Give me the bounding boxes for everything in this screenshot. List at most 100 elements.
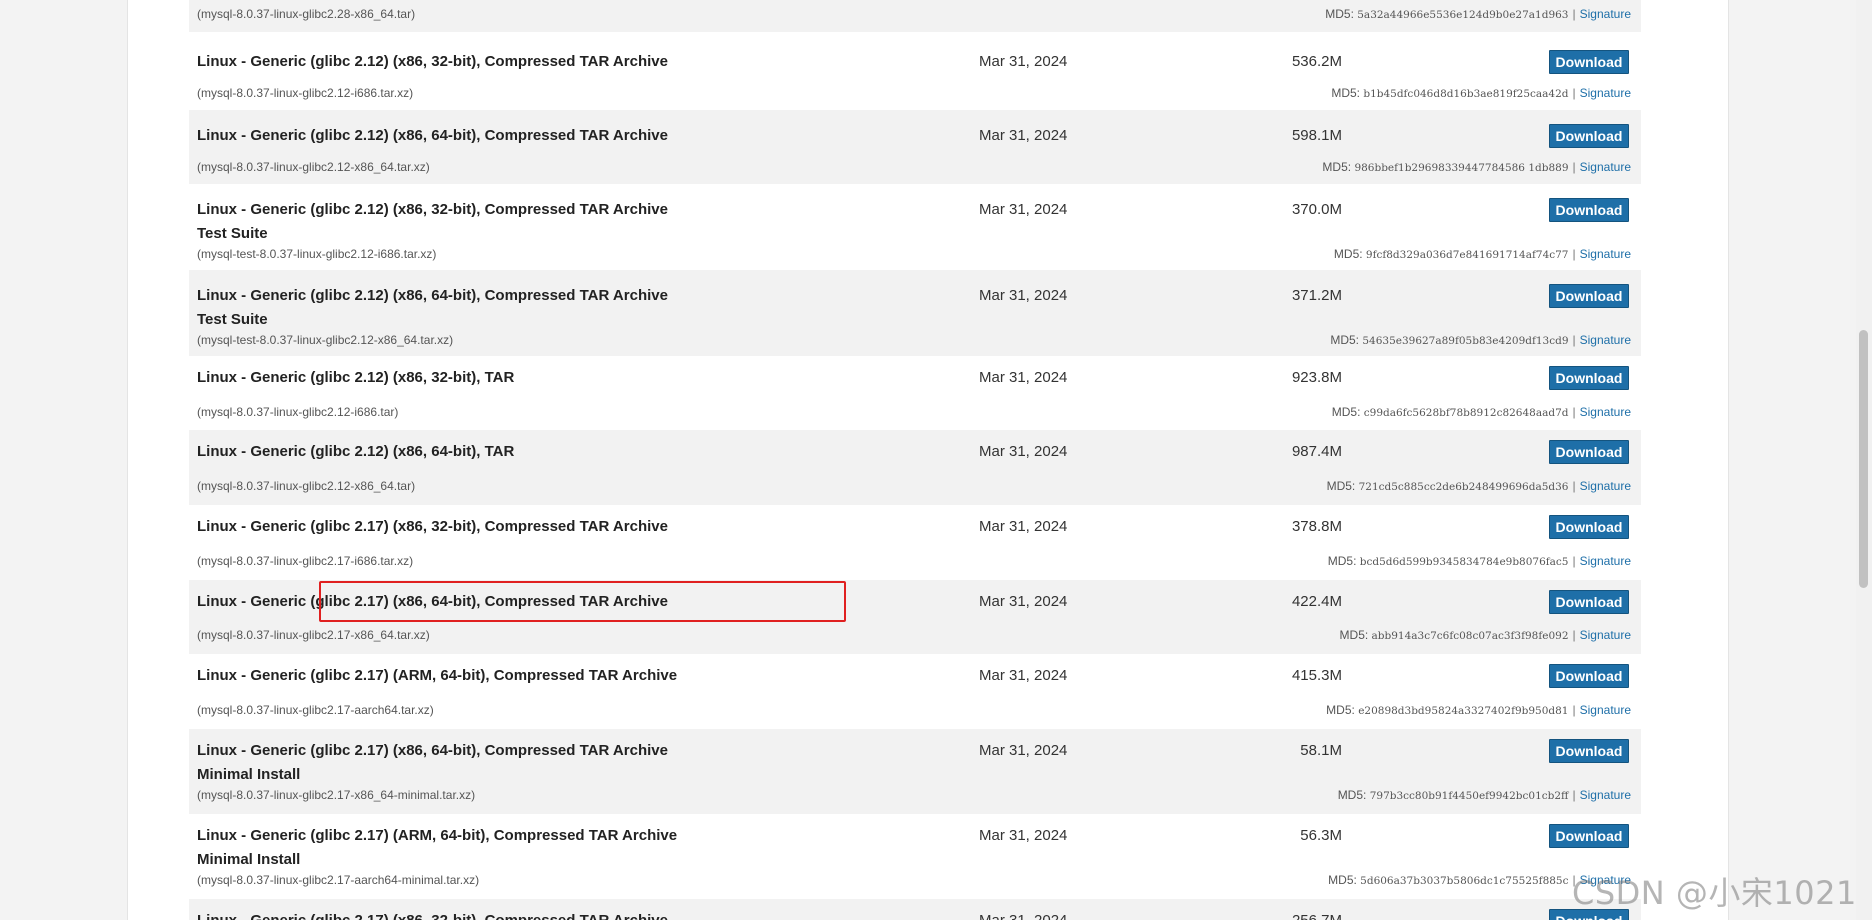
table-row: (mysql-8.0.37-linux-glibc2.28-x86_64.tar…: [189, 0, 1641, 32]
separator: |: [1572, 554, 1576, 568]
table-row: Linux - Generic (glibc 2.12) (x86, 64-bi…: [189, 110, 1641, 184]
release-date: Mar 31, 2024: [979, 593, 1068, 610]
signature-link[interactable]: Signature: [1580, 333, 1631, 347]
file-name: (mysql-8.0.37-linux-glibc2.12-i686.tar): [197, 405, 399, 419]
checksum-info: MD5: 9fcf8d329a036d7e841691714af74c77 | Si…: [1334, 245, 1631, 264]
package-name: Linux - Generic (glibc 2.17) (x86, 32-bi…: [197, 518, 668, 535]
signature-link[interactable]: Signature: [1580, 7, 1631, 21]
release-date: Mar 31, 2024: [979, 667, 1068, 684]
package-name: Linux - Generic (glibc 2.17) (ARM, 64-bi…: [197, 667, 678, 684]
md5-hash: 5d606a37b3037b5806dc1c75525f885c: [1360, 875, 1569, 887]
checksum-info: MD5: b1b45dfc046d8d16b3ae819f25caa42d | Si…: [1331, 84, 1631, 103]
signature-link[interactable]: Signature: [1580, 703, 1631, 717]
file-name: (mysql-test-8.0.37-linux-glibc2.12-i686.…: [197, 247, 437, 261]
separator: |: [1572, 7, 1576, 21]
md5-label: MD5:: [1325, 7, 1354, 21]
checksum-info: MD5: 54635e39627a89f05b83e4209df13cd9 | Si…: [1330, 331, 1631, 350]
signature-link[interactable]: Signature: [1580, 86, 1631, 100]
file-name: (mysql-8.0.37-linux-glibc2.12-i686.tar.x…: [197, 86, 414, 100]
table-row: Linux - Generic (glibc 2.12) (x86, 32-bi…: [189, 36, 1641, 110]
vertical-scrollbar[interactable]: [1856, 0, 1872, 920]
table-row: Linux - Generic (glibc 2.12) (x86, 32-bi…: [189, 184, 1641, 270]
table-row: Linux - Generic (glibc 2.17) (x86, 64-bi…: [189, 580, 1641, 654]
md5-label: MD5:: [1337, 788, 1367, 802]
download-button[interactable]: Download: [1549, 739, 1629, 763]
release-date: Mar 31, 2024: [979, 909, 1067, 920]
checksum-info: MD5: abb914a3c7c6fc08c07ac3f3f98fe092 | Si…: [1340, 626, 1631, 645]
file-name: (mysql-8.0.37-linux-glibc2.17-aarch64.ta…: [197, 703, 434, 717]
signature-link[interactable]: Signature: [1580, 554, 1631, 568]
separator: |: [1572, 333, 1576, 347]
package-variant: Test Suite: [197, 225, 268, 242]
checksum-info: MD5: 721cd5c885cc2de6b248499696da5d36 | Si…: [1327, 477, 1631, 496]
signature-link[interactable]: Signature: [1580, 405, 1631, 419]
signature-link[interactable]: Signature: [1580, 247, 1631, 261]
table-row: Linux - Generic (glibc 2.17) (x86, 64-bi…: [189, 729, 1641, 814]
signature-link[interactable]: Signature: [1580, 628, 1631, 642]
separator: |: [1572, 247, 1576, 261]
downloads-page: (mysql-8.0.37-linux-glibc2.28-x86_64.tar…: [127, 0, 1729, 920]
file-name: (mysql-test-8.0.37-linux-glibc2.12-x86_6…: [197, 333, 454, 347]
file-size: 987.4M: [1291, 443, 1342, 460]
download-button[interactable]: Download: [1549, 440, 1629, 464]
download-button[interactable]: Download: [1549, 198, 1629, 222]
download-button[interactable]: Download: [1549, 515, 1629, 539]
download-button[interactable]: Download: [1549, 664, 1629, 688]
checksum-info: MD5: bcd5d6d599b9345834784e9b8076fac5 | Si…: [1328, 552, 1631, 571]
table-row: Linux - Generic (glibc 2.12) (x86, 64-bi…: [189, 270, 1641, 356]
release-date: Mar 31, 2024: [979, 201, 1068, 218]
release-date: Mar 31, 2024: [979, 742, 1068, 759]
scrollbar-thumb[interactable]: [1859, 330, 1868, 588]
download-button[interactable]: Download: [1549, 284, 1629, 308]
table-row: Linux - Generic (glibc 2.17) (x86, 32-bi…: [189, 505, 1641, 580]
md5-hash: bcd5d6d599b9345834784e9b8076fac5: [1359, 556, 1569, 568]
md5-hash: 9fcf8d329a036d7e841691714af74c77: [1365, 249, 1569, 261]
md5-hash: 54635e39627a89f05b83e4209df13cd9: [1362, 335, 1569, 347]
separator: |: [1572, 86, 1576, 100]
file-size: 422.4M: [1291, 593, 1342, 610]
download-button[interactable]: Download: [1549, 590, 1629, 614]
package-name: Linux - Generic (glibc 2.17) (ARM, 64-bi…: [197, 827, 678, 844]
package-name: Linux - Generic (glibc 2.12) (x86, 64-bi…: [197, 127, 668, 144]
package-name: Linux - Generic (glibc 2.17) (x86, 32-bi…: [197, 909, 668, 920]
package-name: Linux - Generic (glibc 2.12) (x86, 32-bi…: [197, 53, 668, 70]
signature-link[interactable]: Signature: [1580, 160, 1631, 174]
download-button[interactable]: Download: [1549, 824, 1629, 848]
md5-label: MD5:: [1322, 160, 1352, 174]
file-name: (mysql-8.0.37-linux-glibc2.17-x86_64.tar…: [197, 628, 430, 642]
separator: |: [1572, 788, 1576, 802]
package-name: Linux - Generic (glibc 2.12) (x86, 64-bi…: [197, 443, 515, 460]
table-row: Linux - Generic (glibc 2.12) (x86, 64-bi…: [189, 430, 1641, 505]
md5-hash: b1b45dfc046d8d16b3ae819f25caa42d: [1363, 88, 1569, 100]
signature-link[interactable]: Signature: [1580, 479, 1631, 493]
release-date: Mar 31, 2024: [979, 53, 1068, 70]
checksum-info: MD5: e20898d3bd95824a3327402f9b950d81 | Si…: [1326, 701, 1631, 720]
download-button[interactable]: Download: [1549, 50, 1629, 74]
md5-label: MD5:: [1333, 247, 1363, 261]
file-size: 923.8M: [1291, 369, 1342, 386]
file-size: 378.8M: [1291, 518, 1342, 535]
package-name: Linux - Generic (glibc 2.17) (x86, 64-bi…: [197, 593, 668, 610]
separator: |: [1572, 160, 1576, 174]
release-date: Mar 31, 2024: [979, 127, 1068, 144]
md5-hash: e20898d3bd95824a3327402f9b950d81: [1358, 705, 1569, 717]
checksum-info: MD5: c99da6fc5628bf78b8912c82648aad7d | Si…: [1332, 403, 1631, 422]
md5-label: MD5:: [1328, 873, 1357, 887]
file-name: (mysql-8.0.37-linux-glibc2.12-x86_64.tar…: [197, 160, 430, 174]
md5-label: MD5:: [1330, 333, 1359, 347]
table-row: Linux - Generic (glibc 2.17) (ARM, 64-bi…: [189, 654, 1641, 729]
download-button[interactable]: Download: [1549, 124, 1629, 148]
md5-label: MD5:: [1331, 405, 1361, 419]
md5-label: MD5:: [1339, 628, 1369, 642]
release-date: Mar 31, 2024: [979, 518, 1068, 535]
package-name: Linux - Generic (glibc 2.12) (x86, 64-bi…: [197, 287, 668, 304]
watermark: CSDN @小宋1021: [1572, 874, 1857, 912]
release-date: Mar 31, 2024: [979, 369, 1068, 386]
separator: |: [1572, 703, 1576, 717]
file-name: (mysql-8.0.37-linux-glibc2.12-x86_64.tar…: [197, 479, 416, 493]
signature-link[interactable]: Signature: [1580, 788, 1631, 802]
download-button[interactable]: Download: [1549, 366, 1629, 390]
checksum-info: MD5: 986bbef1b29698339447784586 1db889 | S…: [1322, 158, 1631, 177]
release-date: Mar 31, 2024: [979, 287, 1068, 304]
md5-hash: c99da6fc5628bf78b8912c82648aad7d: [1363, 407, 1569, 419]
